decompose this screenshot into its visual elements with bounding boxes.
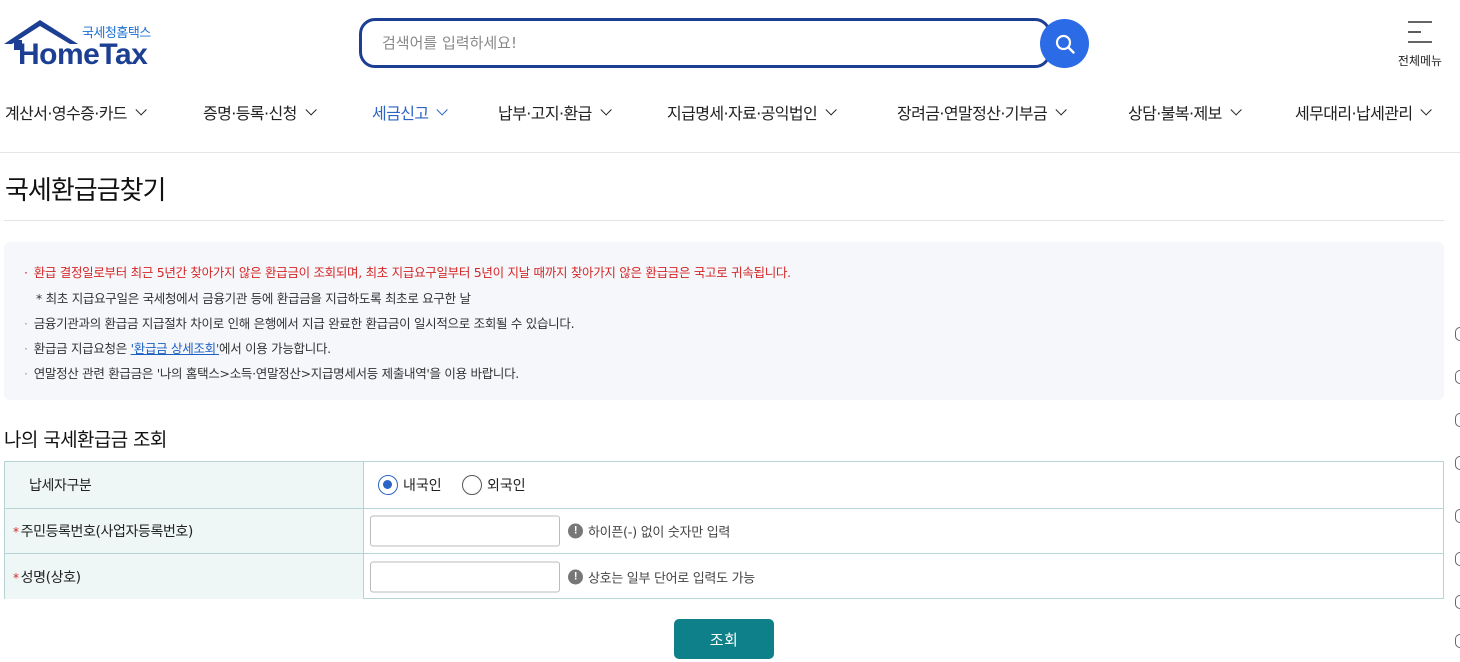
name-label-text: 성명(상호) [20,569,81,586]
search-icon [1055,34,1075,54]
notice-item: · 환급금 지급요청은 '환급금 상세조회'에서 이용 가능합니다. [24,338,331,357]
form-row-name: * 성명(상호) ! 상호는 일부 단어로 입력도 가능 [5,554,1443,599]
radio-unchecked-icon [462,475,482,495]
hometax-logo[interactable]: 국세청홈택스 HomeTax [4,18,164,71]
full-menu-label: 전체메뉴 [1397,54,1443,68]
radio-domestic-label: 내국인 [403,478,442,494]
edge-mark [1455,509,1460,523]
notice-box: · 환급 결정일로부터 최근 5년간 찾아가지 않은 환급금이 조회되며, 최초 … [4,242,1444,400]
chevron-down-icon [305,104,317,116]
id-number-hint-text: 하이픈(-) 없이 숫자만 입력 [588,525,731,541]
name-hint: ! 상호는 일부 단어로 입력도 가능 [568,567,755,586]
nav-item-statements[interactable]: 지급명세·자료·공익법인 [667,100,837,124]
page-title: 국세환급금찾기 [5,176,166,206]
header: 국세청홈택스 HomeTax 전체메뉴 [0,0,1460,88]
bullet: · [24,366,28,381]
form-row-taxpayer-type: 납세자구분 내국인 외국인 [5,462,1443,509]
logo-text: HomeTax [18,38,148,71]
notice-text: 에서 이용 가능합니다. [219,341,331,356]
edge-mark [1455,634,1460,648]
nav-item-consulting[interactable]: 상담·불복·제보 [1128,100,1242,124]
chevron-down-icon [1055,104,1067,116]
name-hint-text: 상호는 일부 단어로 입력도 가능 [588,571,755,586]
search-button[interactable] [1040,19,1089,68]
notice-text: 환급금 지급요청은 [33,341,131,356]
chevron-down-icon [1230,104,1242,116]
chevron-down-icon [825,104,837,116]
edge-mark [1455,327,1460,341]
nav-item-label: 계산서·영수증·카드 [5,104,128,123]
main-nav: 계산서·영수증·카드 증명·등록·신청 세금신고 납부·고지·환급 지급명세·자… [0,88,1460,153]
notice-text: 금융기관과의 환급금 지급절차 차이로 인해 은행에서 지급 완료한 환급금이 … [33,316,575,331]
right-edge-controls [1455,0,1460,662]
nav-item-label: 세무대리·납세관리 [1295,104,1413,123]
info-icon: ! [568,569,583,584]
nav-item-label: 납부·고지·환급 [498,104,592,123]
nav-item-label: 장려금·연말정산·기부금 [897,104,1048,123]
id-number-label-text: 주민등록번호(사업자등록번호) [20,524,194,540]
edge-mark [1455,413,1460,427]
required-mark: * [13,570,19,585]
radio-checked-icon [378,475,398,495]
id-number-input[interactable] [370,515,560,547]
chevron-down-icon [1420,104,1433,116]
form-row-id-number: * 주민등록번호(사업자등록번호) ! 하이픈(-) 없이 숫자만 입력 [5,509,1443,554]
nav-item-payment[interactable]: 납부·고지·환급 [498,100,612,124]
notice-text: 연말정산 관련 환급금은 '나의 홈택스>소득·연말정산>지급명세서등 제출내역… [33,366,520,381]
required-mark: * [13,525,19,539]
nav-item-label: 상담·불복·제보 [1128,104,1222,123]
refund-detail-link[interactable]: '환급금 상세조회' [131,341,220,356]
form-label-cell: * 주민등록번호(사업자등록번호) [5,509,364,553]
notice-item: * 최초 지급요구일은 국세청에서 금융기관 등에 환급금을 지급하도록 최초로… [36,288,471,307]
nav-item-tax-filing[interactable]: 세금신고 [372,100,449,124]
refund-search-form: 납세자구분 내국인 외국인 * 주민등록번호(사업자등록번호) ! 하이픈(-) … [4,461,1444,599]
nav-item-certificates[interactable]: 증명·등록·신청 [203,100,317,124]
chevron-down-icon [135,104,147,116]
edge-mark [1455,595,1460,609]
edge-mark [1455,370,1460,384]
form-label-cell: 납세자구분 [5,462,364,508]
edge-mark [1455,552,1460,566]
search-box [359,18,1051,68]
radio-foreign-label: 외국인 [487,478,526,494]
notice-item: · 환급 결정일로부터 최근 5년간 찾아가지 않은 환급금이 조회되며, 최초 … [24,262,791,281]
bullet: · [24,265,28,280]
notice-item: · 금융기관과의 환급금 지급절차 차이로 인해 은행에서 지급 완료한 환급금이… [24,313,575,332]
section-title: 나의 국세환급금 조회 [4,429,167,451]
nav-item-label: 지급명세·자료·공익법인 [667,104,818,123]
name-label: * 성명(상호) [13,567,81,587]
notice-item: · 연말정산 관련 환급금은 '나의 홈택스>소득·연말정산>지급명세서등 제출내… [24,363,519,382]
form-label-cell: * 성명(상호) [5,554,364,599]
bullet: · [24,341,28,356]
nav-item-incentives[interactable]: 장려금·연말정산·기부금 [897,100,1067,124]
name-input[interactable] [370,561,560,592]
search-input[interactable] [382,21,1022,65]
notice-text: 환급 결정일로부터 최근 5년간 찾아가지 않은 환급금이 조회되며, 최초 지… [33,265,791,280]
full-menu-button[interactable]: 전체메뉴 [1392,18,1448,70]
chevron-down-icon [600,104,612,116]
chevron-down-icon [436,104,449,116]
hamburger-icon [1408,21,1432,43]
id-number-label: * 주민등록번호(사업자등록번호) [13,521,193,541]
taxpayer-type-label: 납세자구분 [29,478,92,494]
nav-item-invoices[interactable]: 계산서·영수증·카드 [5,100,147,124]
notice-text: * 최초 지급요구일은 국세청에서 금융기관 등에 환급금을 지급하도록 최초로… [36,291,471,306]
bullet: · [24,316,28,331]
radio-foreign[interactable]: 외국인 [462,475,526,495]
id-number-hint: ! 하이픈(-) 없이 숫자만 입력 [568,522,730,541]
nav-item-tax-agent[interactable]: 세무대리·납세관리 [1295,100,1433,124]
title-divider [4,220,1444,221]
nav-item-label: 세금신고 [372,104,429,123]
info-icon: ! [568,523,583,539]
edge-mark [1455,456,1460,470]
nav-item-label: 증명·등록·신청 [203,104,297,123]
radio-domestic[interactable]: 내국인 [378,475,442,495]
search-submit-button[interactable]: 조회 [674,619,774,659]
